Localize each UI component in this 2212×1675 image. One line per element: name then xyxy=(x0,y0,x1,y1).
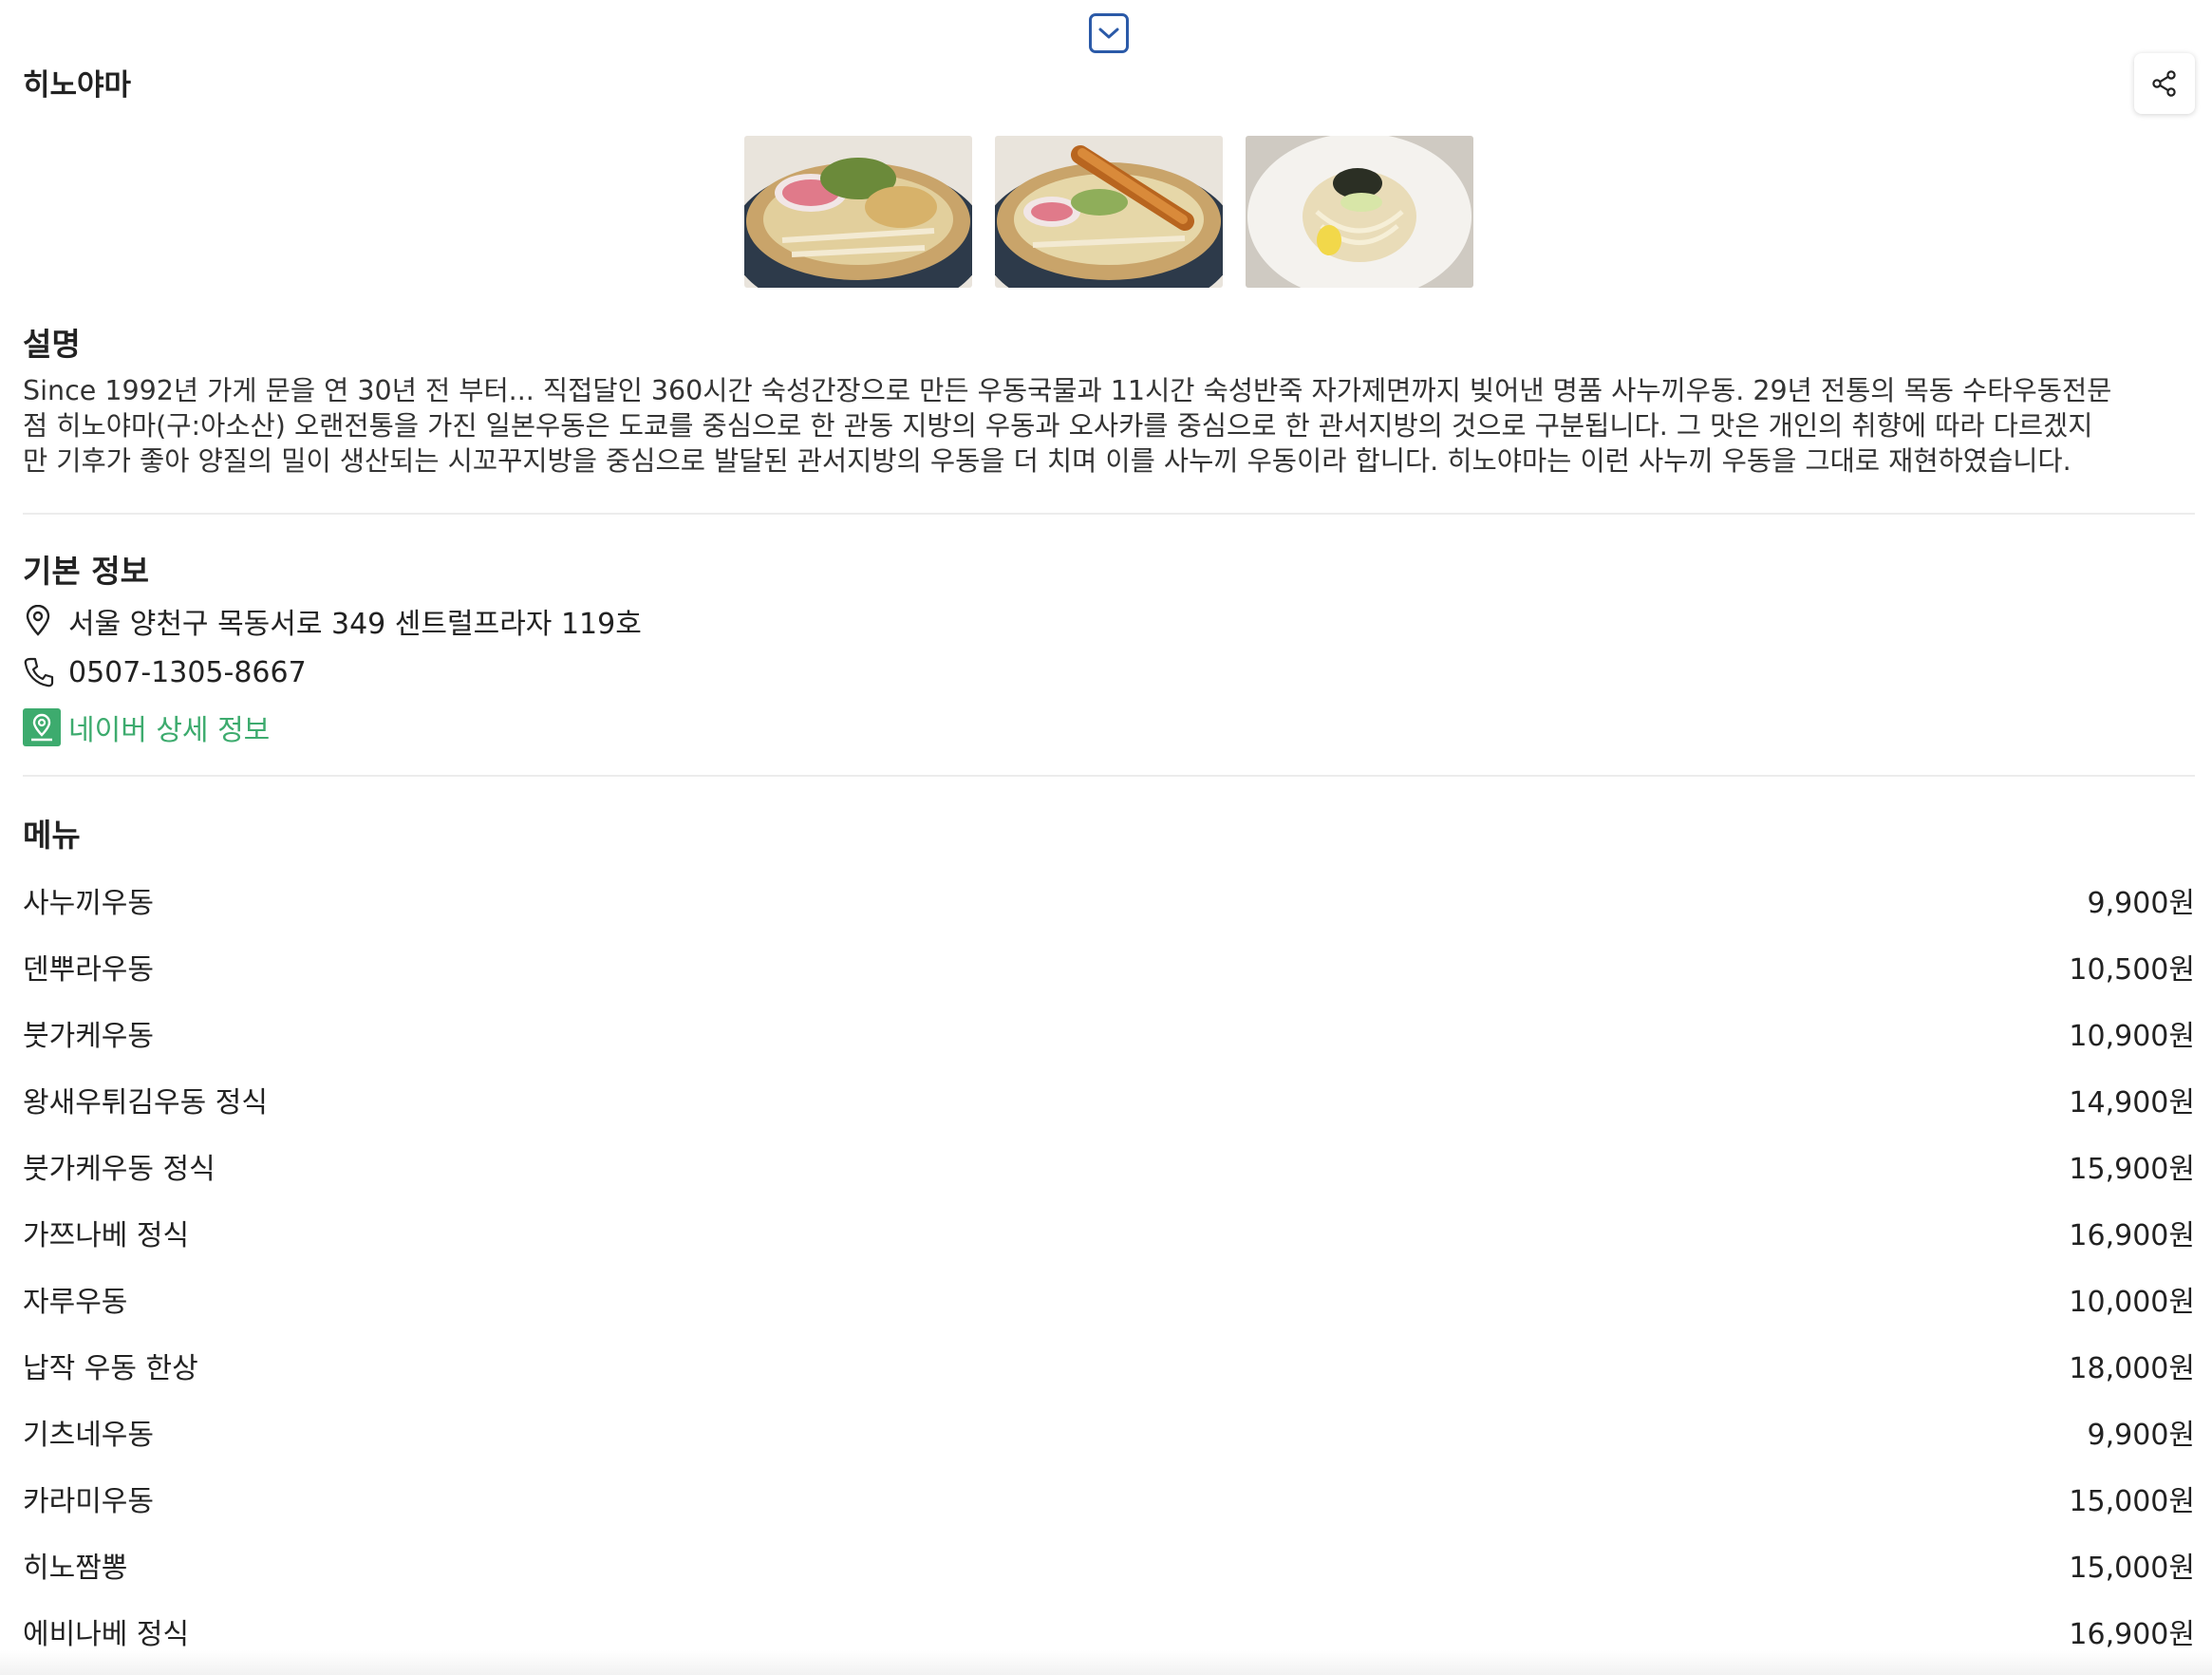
naver-map-icon xyxy=(23,708,61,746)
menu-item-name: 히노짬뽕 xyxy=(23,1552,128,1585)
photo-thumbnail[interactable] xyxy=(744,136,972,288)
basic-info-heading: 기본 정보 xyxy=(23,553,149,590)
menu-item-price: 14,900원 xyxy=(2069,1086,2195,1120)
description-text: Since 1992년 가게 문을 연 30년 전 부터... 직접달인 360… xyxy=(23,373,2197,479)
menu-item: 자루우동 10,000원 xyxy=(23,1278,2195,1320)
menu-item-price: 16,900원 xyxy=(2069,1618,2195,1651)
restaurant-name: 히노야마 xyxy=(23,68,132,103)
menu-item-price: 9,900원 xyxy=(2087,1419,2195,1452)
menu-item: 붓가케우동 10,900원 xyxy=(23,1012,2195,1054)
phone-text[interactable]: 0507-1305-8667 xyxy=(68,656,307,689)
menu-item-price: 15,000원 xyxy=(2069,1552,2195,1585)
menu-item-name: 에비나베 정식 xyxy=(23,1618,190,1651)
share-icon xyxy=(2152,70,2176,97)
menu-item: 히노짬뽕 15,000원 xyxy=(23,1544,2195,1586)
menu-item: 카라미우동 15,000원 xyxy=(23,1477,2195,1519)
menu-item-price: 10,000원 xyxy=(2069,1286,2195,1319)
menu-item: 덴뿌라우동 10,500원 xyxy=(23,946,2195,988)
phone-icon xyxy=(23,653,61,691)
description-line: 만 기후가 좋아 양질의 밀이 생산되는 시꼬꾸지방을 중심으로 발달된 관서지… xyxy=(23,445,2071,477)
menu-item-name: 붓가케우동 xyxy=(23,1020,154,1053)
menu-item-name: 자루우동 xyxy=(23,1286,128,1319)
menu-item-price: 10,900원 xyxy=(2069,1020,2195,1053)
menu-item: 납작 우동 한상 18,000원 xyxy=(23,1345,2195,1386)
menu-item: 붓가케우동 정식 15,900원 xyxy=(23,1145,2195,1187)
menu-item-name: 붓가케우동 정식 xyxy=(23,1153,216,1186)
menu-item-name: 왕새우튀김우동 정식 xyxy=(23,1086,268,1120)
menu-item-name: 납작 우동 한상 xyxy=(23,1352,198,1385)
photo-thumbnail[interactable] xyxy=(1246,136,1473,288)
address-text: 서울 양천구 목동서로 349 센트럴프라자 119호 xyxy=(68,608,642,641)
menu-item-name: 사누끼우동 xyxy=(23,887,154,920)
phone-row: 0507-1305-8667 xyxy=(23,653,307,691)
naver-detail-row[interactable]: 네이버 상세 정보 xyxy=(23,706,270,748)
description-line: 점 히노야마(구:아소산) 오랜전통을 가진 일본우동은 도쿄를 중심으로 한 … xyxy=(23,410,2093,442)
collapse-button[interactable] xyxy=(1089,13,1129,53)
menu-item-name: 기츠네우동 xyxy=(23,1419,154,1452)
menu-item: 가쯔나베 정식 16,900원 xyxy=(23,1212,2195,1253)
share-button[interactable] xyxy=(2134,53,2195,114)
menu-item-price: 10,500원 xyxy=(2069,953,2195,987)
menu-item-price: 15,000원 xyxy=(2069,1485,2195,1518)
menu-item: 사누끼우동 9,900원 xyxy=(23,879,2195,921)
menu-item-price: 9,900원 xyxy=(2087,887,2195,920)
menu-item: 에비나베 정식 16,900원 xyxy=(23,1610,2195,1652)
divider xyxy=(23,775,2195,777)
photo-gallery xyxy=(744,136,1473,288)
address-row: 서울 양천구 목동서로 349 센트럴프라자 119호 xyxy=(23,600,642,642)
menu-item: 기츠네우동 9,900원 xyxy=(23,1411,2195,1453)
chevron-down-icon xyxy=(1098,28,1119,39)
photo-thumbnail[interactable] xyxy=(995,136,1223,288)
bottom-fade xyxy=(0,1650,2212,1675)
menu-item-name: 덴뿌라우동 xyxy=(23,953,154,987)
menu-item-name: 카라미우동 xyxy=(23,1485,154,1518)
description-heading: 설명 xyxy=(23,326,81,363)
divider xyxy=(23,513,2195,515)
menu-item-price: 15,900원 xyxy=(2069,1153,2195,1186)
map-pin-icon xyxy=(23,602,61,640)
menu-heading: 메뉴 xyxy=(23,817,81,854)
menu-item: 왕새우튀김우동 정식 14,900원 xyxy=(23,1079,2195,1120)
naver-detail-link[interactable]: 네이버 상세 정보 xyxy=(68,706,270,748)
menu-item-name: 가쯔나베 정식 xyxy=(23,1219,190,1252)
menu-item-price: 18,000원 xyxy=(2069,1352,2195,1385)
place-detail-sheet: 히노야마 설명 Since 1992년 가게 문을 연 30년 전 부터... … xyxy=(0,0,2212,1675)
description-line: Since 1992년 가게 문을 연 30년 전 부터... 직접달인 360… xyxy=(23,375,2112,406)
menu-item-price: 16,900원 xyxy=(2069,1219,2195,1252)
